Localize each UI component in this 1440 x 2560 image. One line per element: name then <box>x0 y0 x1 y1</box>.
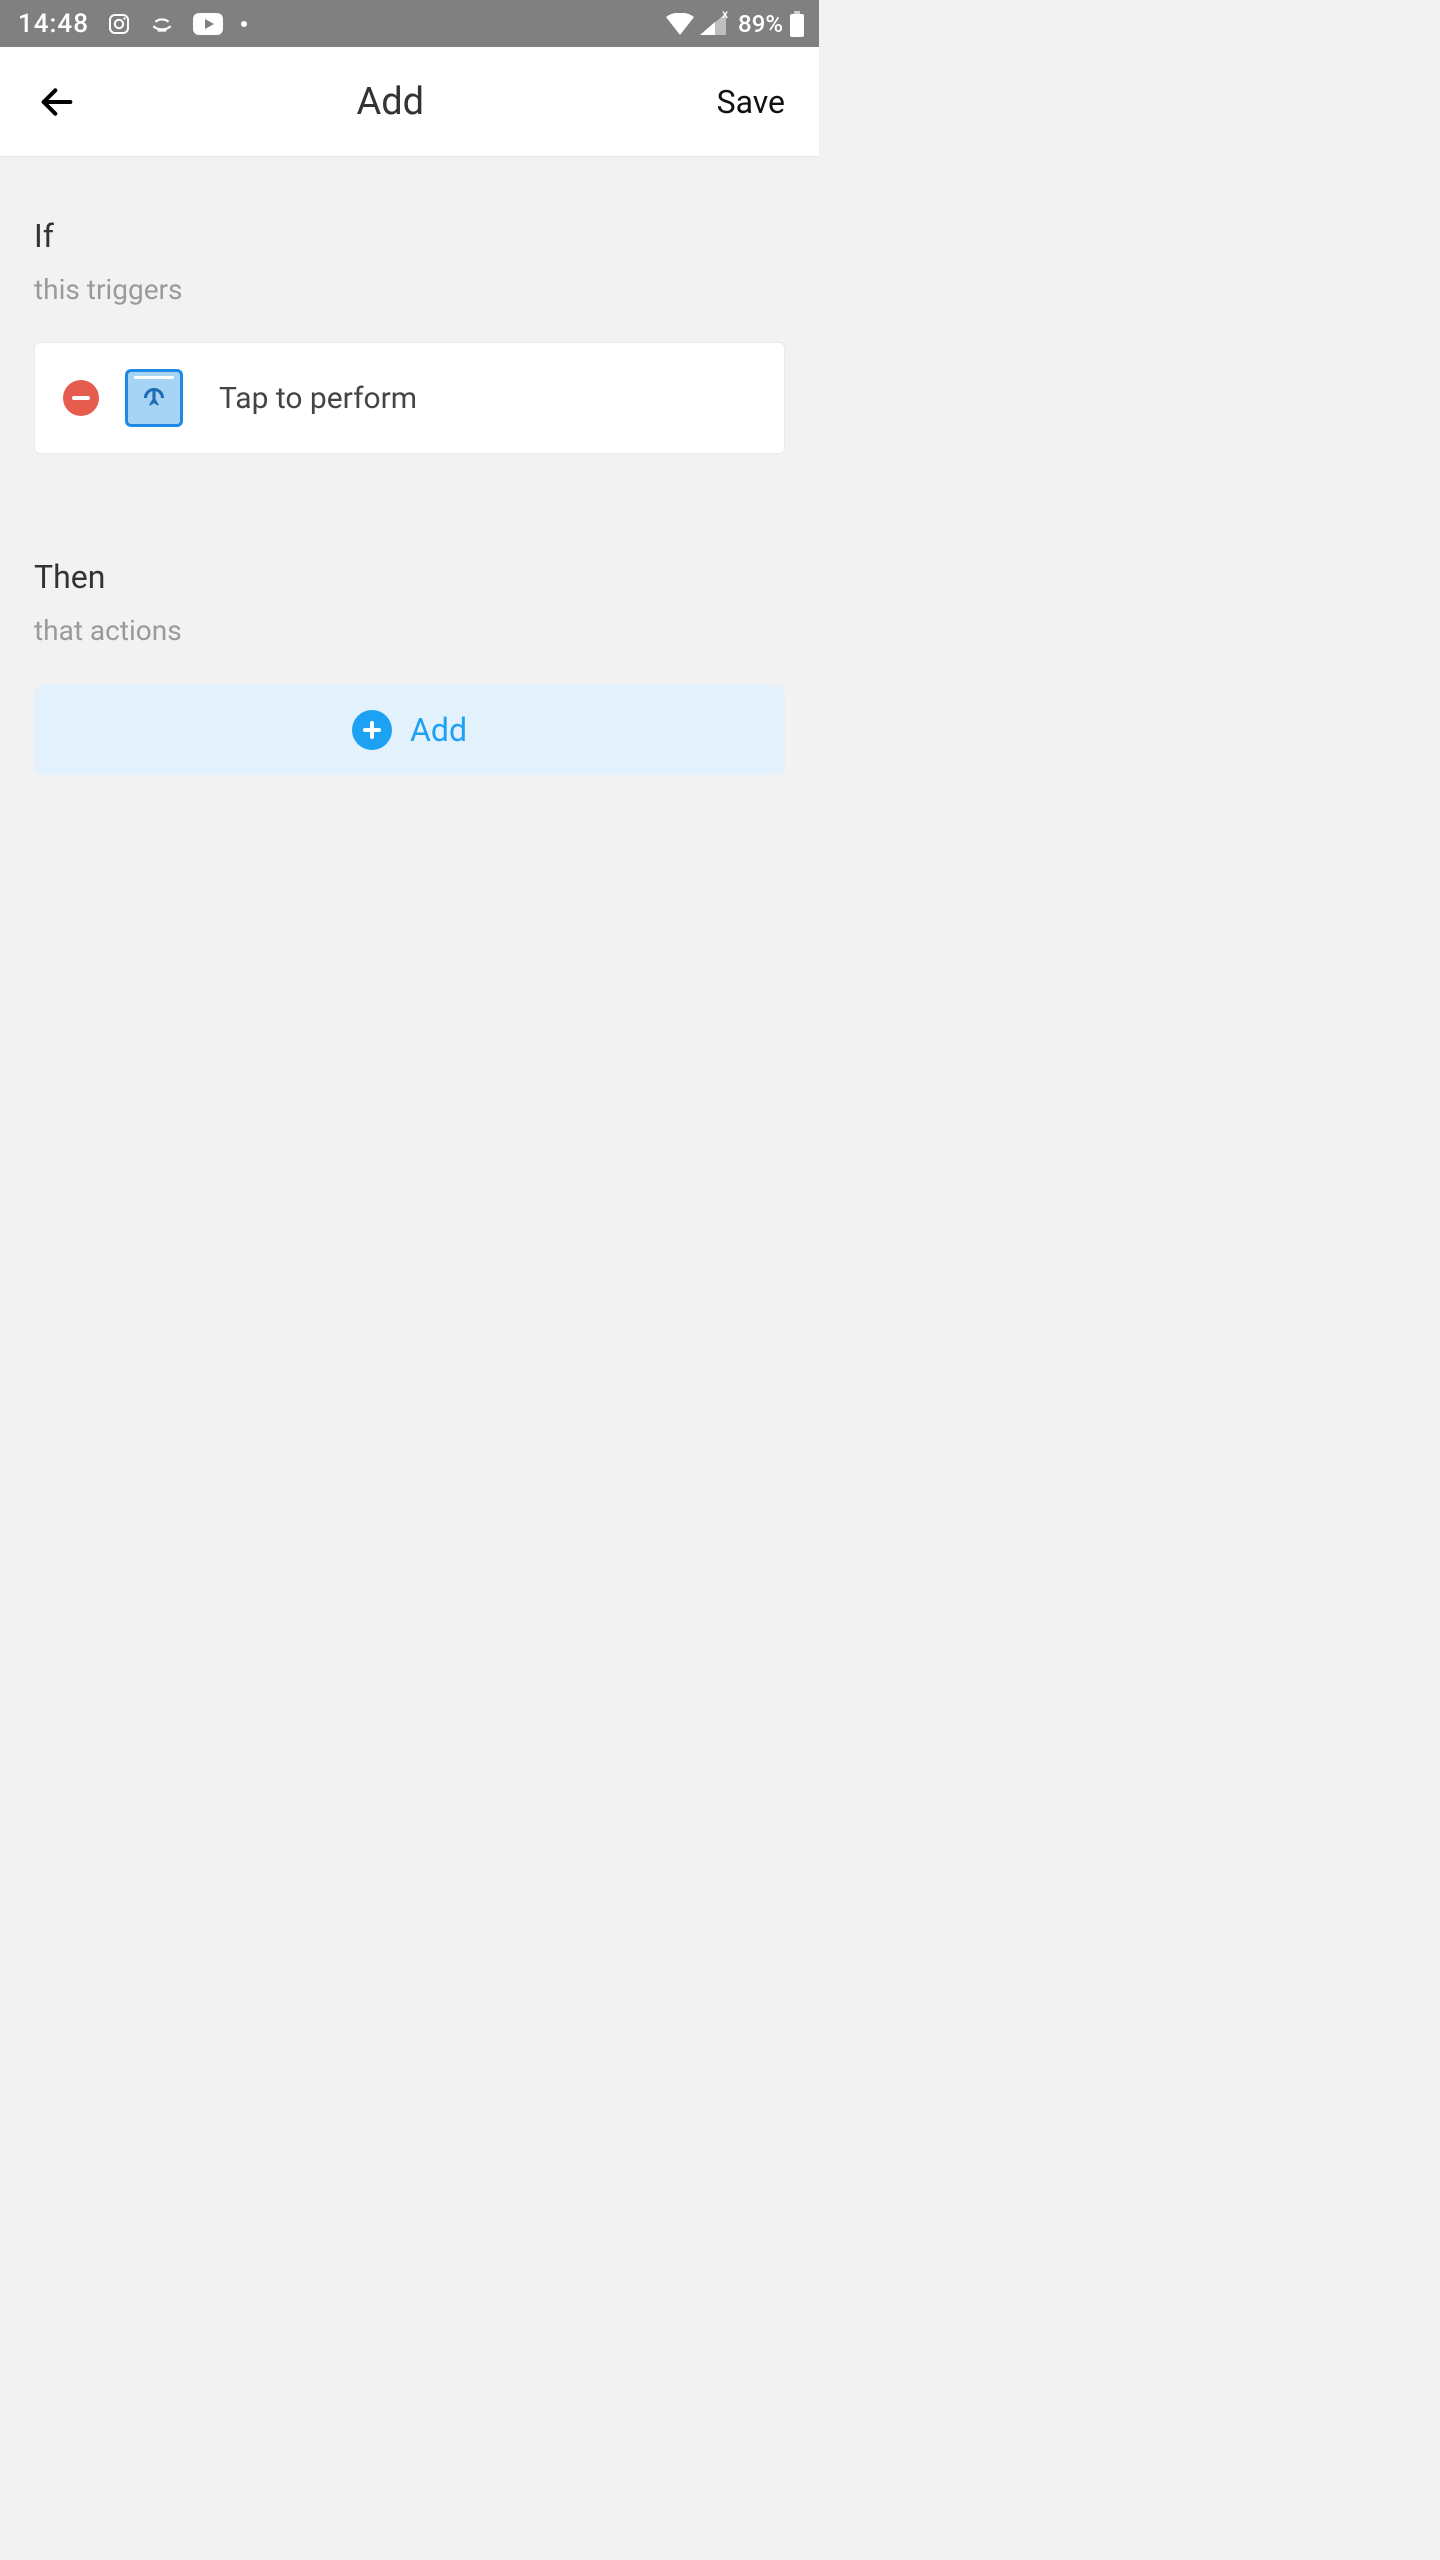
tap-to-perform-icon <box>125 369 183 427</box>
activity-icon <box>149 11 175 37</box>
add-action-label: Add <box>410 711 467 749</box>
if-title: If <box>34 217 785 255</box>
status-time: 14:48 <box>18 9 89 39</box>
content-area: If this triggers Tap to perform Then tha… <box>0 157 819 775</box>
more-notifications-dot <box>241 21 247 27</box>
save-button[interactable]: Save <box>717 83 785 121</box>
if-section: If this triggers Tap to perform <box>34 217 785 454</box>
battery-percent: 89% <box>738 10 783 38</box>
then-section: Then that actions Add <box>34 558 785 775</box>
page-title: Add <box>64 80 717 124</box>
plus-icon <box>361 719 383 741</box>
status-bar: 14:48 <box>0 0 819 47</box>
then-subtitle: that actions <box>34 614 785 647</box>
status-right: x 89% <box>666 10 805 38</box>
wifi-icon <box>666 13 694 35</box>
app-header: Add Save <box>0 47 819 157</box>
cell-signal-icon: x <box>700 13 726 35</box>
status-left: 14:48 <box>18 9 247 39</box>
trigger-row[interactable]: Tap to perform <box>34 342 785 454</box>
instagram-icon <box>107 12 131 36</box>
minus-icon <box>72 396 90 400</box>
if-subtitle: this triggers <box>34 273 785 306</box>
add-action-button[interactable]: Add <box>34 685 785 775</box>
trigger-label: Tap to perform <box>219 381 417 416</box>
plus-circle-icon <box>352 710 392 750</box>
youtube-icon <box>193 13 223 35</box>
battery-icon <box>789 11 805 37</box>
remove-trigger-button[interactable] <box>63 380 99 416</box>
then-title: Then <box>34 558 785 596</box>
